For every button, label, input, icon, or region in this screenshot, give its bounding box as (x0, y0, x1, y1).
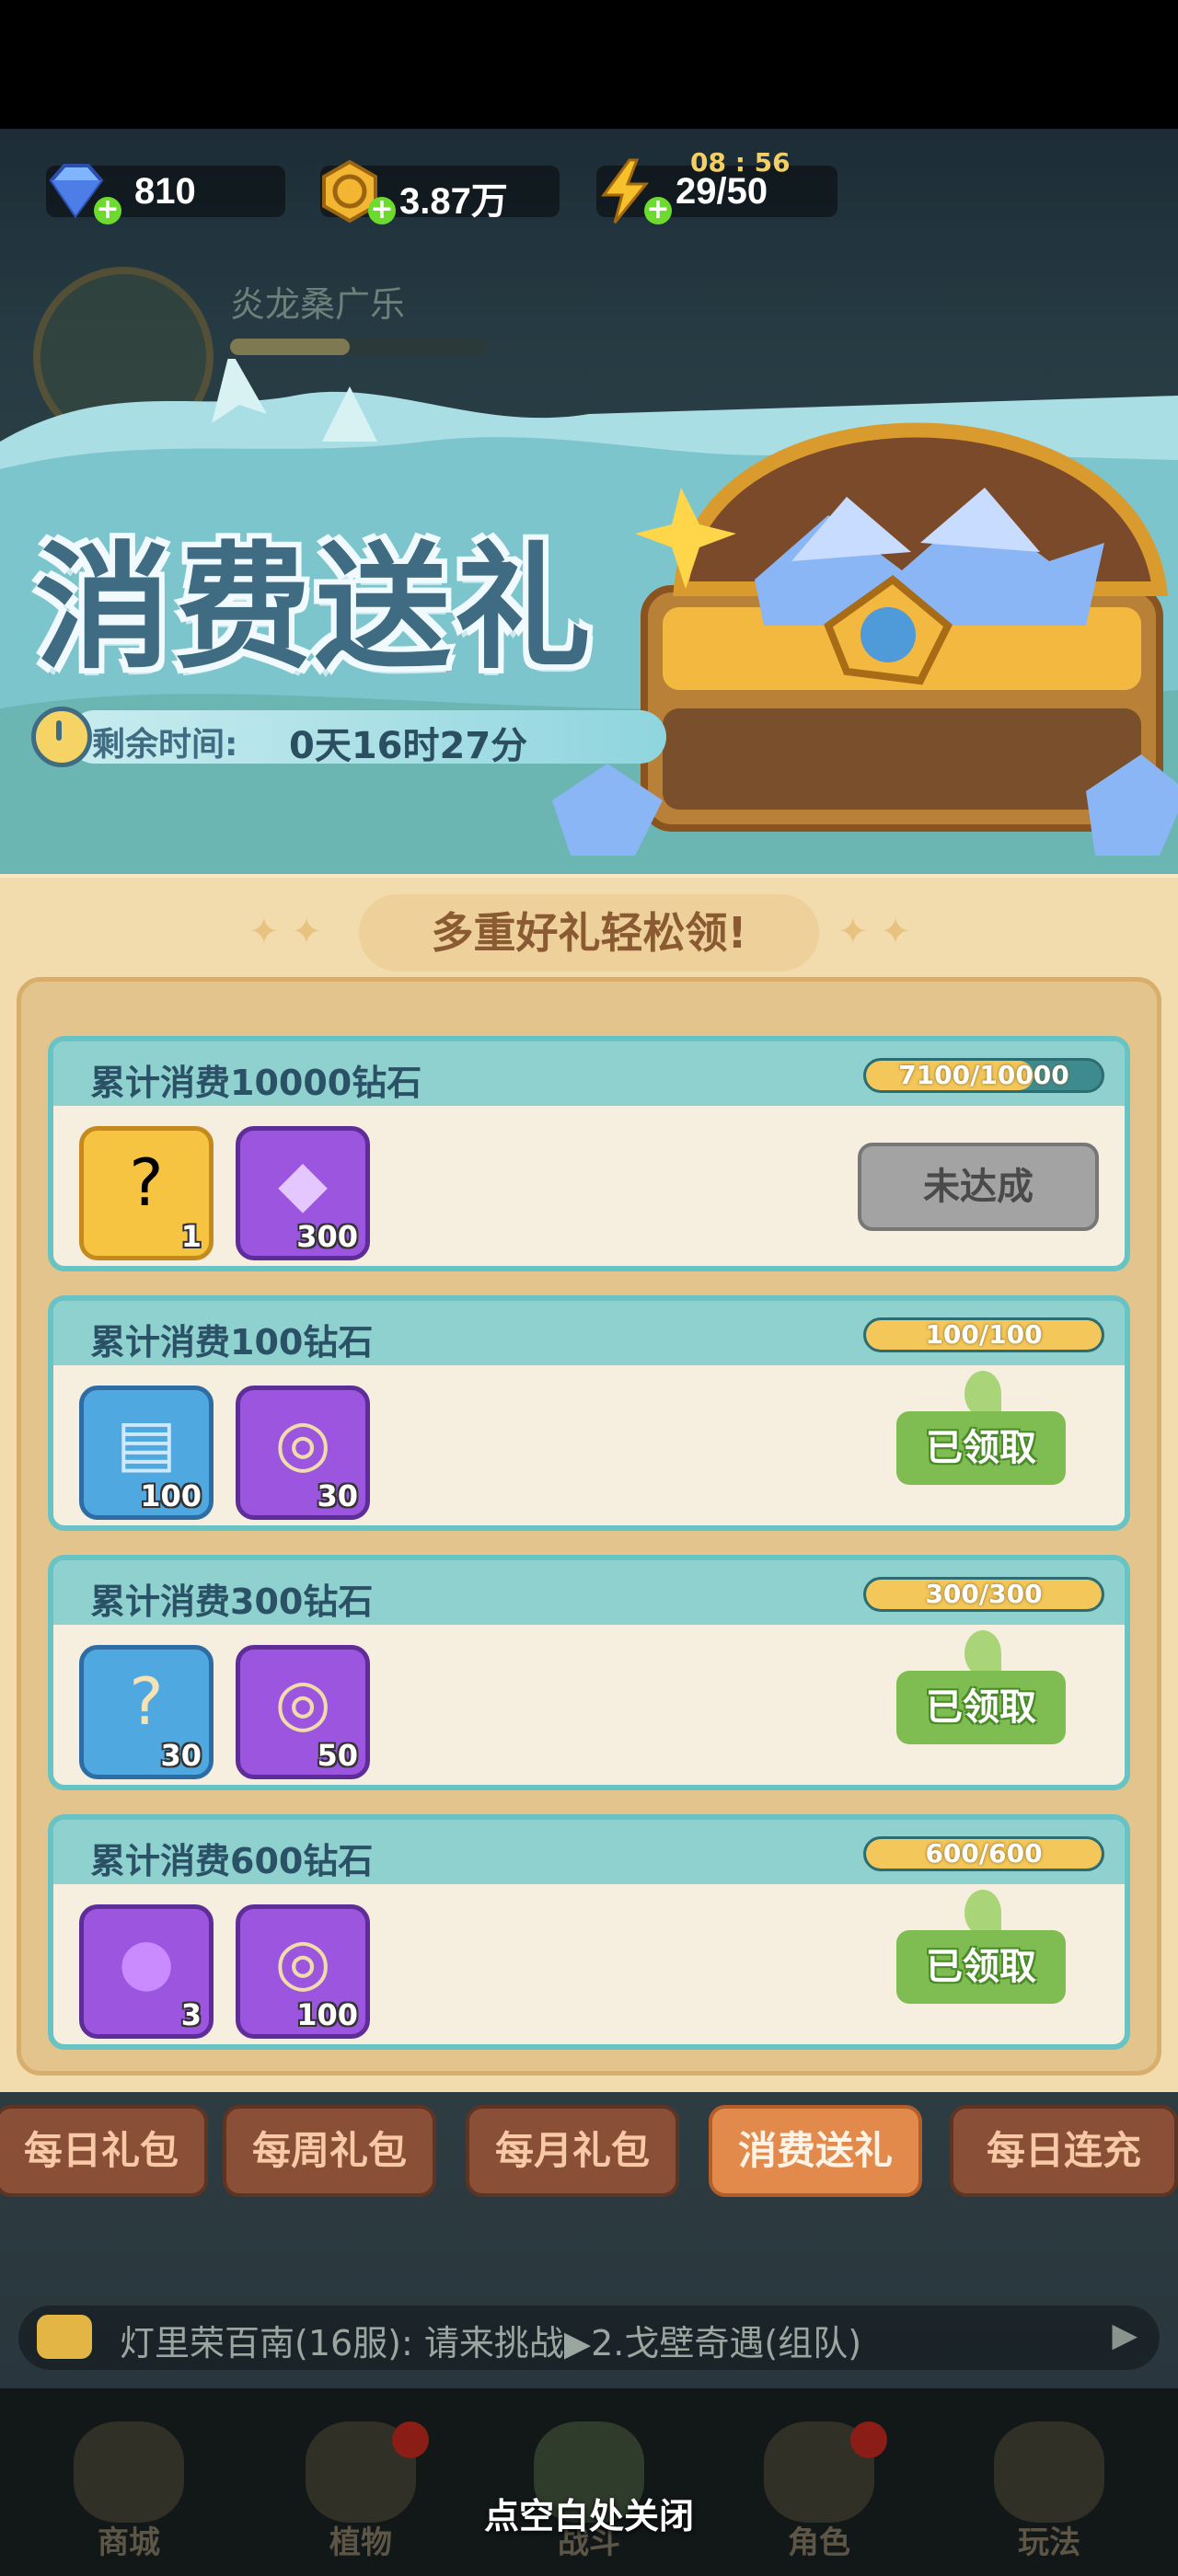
alert-badge (850, 2421, 887, 2458)
tab-spend-gift[interactable]: 消费送礼 (709, 2105, 922, 2197)
add-gold-button[interactable]: + (368, 196, 396, 224)
purple-potion-icon: ● (118, 1924, 175, 1999)
task-title: 累计消费600钻石 (90, 1841, 374, 1881)
chat-bubble-icon (37, 2315, 92, 2359)
add-energy-button[interactable]: + (644, 196, 672, 224)
task-card: 累计消费10000钻石 7100/10000 ? 1 ◆ 300 未达成 (48, 1036, 1130, 1271)
task-progress-text: 100/100 (925, 1319, 1043, 1350)
tab-monthly-gift[interactable]: 每月礼包 (466, 2105, 679, 2197)
diamond-counter[interactable]: + 810 (46, 164, 285, 224)
task-progress-bar: 300/300 (863, 1577, 1104, 1612)
chat-text: 灯里荣百南(16服): 请来挑战▶2.戈壁奇遇(组队) (120, 2323, 862, 2363)
mystery-map-icon: ? (129, 1664, 164, 1740)
status-bar (0, 0, 1178, 129)
reward-item[interactable]: ● 3 (79, 1904, 214, 2039)
claimed-button[interactable]: 已领取 (896, 1671, 1066, 1744)
task-progress-bar: 7100/10000 (863, 1058, 1104, 1093)
alert-badge (392, 2421, 429, 2458)
close-hint[interactable]: 点空白处关闭 (0, 2488, 1178, 2538)
reward-count: 300 (296, 1219, 358, 1254)
player-exp-bar (230, 339, 488, 355)
leaf-icon (964, 1890, 1001, 1936)
task-progress-text: 300/300 (925, 1579, 1043, 1609)
mystery-chest-icon: ? (129, 1145, 164, 1221)
energy-timer: 08 : 56 (690, 147, 791, 178)
claimed-button[interactable]: 已领取 (896, 1930, 1066, 2004)
reward-count: 3 (180, 1997, 202, 2032)
tab-daily-gift[interactable]: 每日礼包 (0, 2105, 208, 2197)
tab-weekly-gift[interactable]: 每周礼包 (223, 2105, 436, 2197)
sparkle-icon: ✦ ✦ (248, 911, 322, 953)
gift-tabs: 每日礼包 每周礼包 每月礼包 消费送礼 每日连充 (0, 2105, 1178, 2204)
reward-item[interactable]: ◎ 100 (236, 1904, 370, 2039)
claimed-button[interactable]: 已领取 (896, 1411, 1066, 1485)
reward-item[interactable]: ◎ 50 (236, 1645, 370, 1779)
tab-daily-recharge[interactable]: 每日连充 (950, 2105, 1178, 2197)
task-progress-text: 600/600 (925, 1838, 1043, 1869)
reward-count: 30 (160, 1738, 202, 1773)
not-achieved-button[interactable]: 未达成 (858, 1143, 1099, 1231)
task-card: 累计消费300钻石 300/300 ? 30 ◎ 50 已领取 (48, 1555, 1130, 1790)
reward-count: 30 (317, 1478, 358, 1513)
chevron-right-icon: ▶ (1112, 2317, 1138, 2354)
reward-count: 1 (180, 1219, 202, 1254)
blue-book-icon: ▤ (115, 1405, 178, 1480)
bottom-nav: 商城 植物 战斗 角色 玩法 (0, 2388, 1178, 2576)
leaf-icon (964, 1630, 1001, 1676)
reward-item[interactable]: ? 1 (79, 1126, 214, 1260)
scroll-coin-icon: ◎ (274, 1924, 331, 1999)
task-card: 累计消费100钻石 100/100 ▤ 100 ◎ 30 已领取 (48, 1295, 1130, 1531)
task-progress-text: 7100/10000 (898, 1060, 1069, 1090)
scroll-coin-icon: ◎ (274, 1664, 331, 1740)
countdown-value: 0天16时27分 (289, 725, 528, 767)
task-title: 累计消费100钻石 (90, 1322, 374, 1363)
diamond-value: 810 (134, 171, 196, 212)
task-progress-bar: 100/100 (863, 1317, 1104, 1352)
reward-item[interactable]: ◆ 300 (236, 1126, 370, 1260)
clock-icon (31, 707, 92, 767)
resource-bar: + 810 + 3.87万 + 29/50 (0, 156, 1178, 258)
reward-item[interactable]: ? 30 (79, 1645, 214, 1779)
panel-ribbon: 多重好礼轻松领! (359, 894, 819, 972)
chat-ticker[interactable]: 灯里荣百南(16服): 请来挑战▶2.戈壁奇遇(组队) ▶ (18, 2306, 1160, 2370)
add-diamond-button[interactable]: + (94, 196, 121, 224)
purple-crystal-icon: ◆ (278, 1145, 328, 1221)
scroll-coin-icon: ◎ (274, 1405, 331, 1480)
task-title: 累计消费300钻石 (90, 1581, 374, 1622)
countdown-label: 剩余时间: (92, 726, 238, 764)
gold-value: 3.87万 (399, 181, 508, 222)
reward-count: 50 (317, 1738, 358, 1773)
task-title: 累计消费10000钻石 (90, 1063, 422, 1103)
player-name: 炎龙桑广乐 (230, 284, 406, 325)
reward-panel: ✦ ✦ 多重好礼轻松领! ✦ ✦ 累计消费10000钻石 7100/10000 … (0, 874, 1178, 2092)
event-title: 消费送礼 (35, 529, 595, 687)
sparkle-icon: ✦ ✦ (837, 911, 911, 953)
reward-count: 100 (296, 1997, 358, 2032)
reward-count: 100 (140, 1478, 202, 1513)
event-banner: 消费送礼 剩余时间: 0天16时27分 (0, 359, 1178, 892)
leaf-icon (964, 1371, 1001, 1417)
gold-counter[interactable]: + 3.87万 (320, 159, 560, 224)
task-progress-bar: 600/600 (863, 1836, 1104, 1871)
countdown: 剩余时间: 0天16时27分 (31, 707, 666, 767)
panel-ribbon-text: 多重好礼轻松领! (431, 908, 747, 958)
reward-item[interactable]: ▤ 100 (79, 1386, 214, 1520)
task-card: 累计消费600钻石 600/600 ● 3 ◎ 100 已领取 (48, 1814, 1130, 2050)
reward-item[interactable]: ◎ 30 (236, 1386, 370, 1520)
